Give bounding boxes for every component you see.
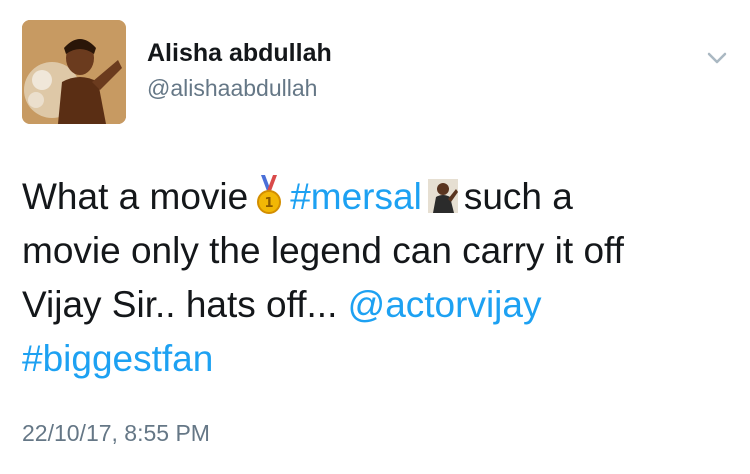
tweet-text: What a movie 1 #mersal such a movie only… — [22, 170, 712, 386]
svg-text:1: 1 — [265, 196, 274, 211]
tweet-text-segment: What a movie — [22, 176, 249, 217]
display-name[interactable]: Alisha abdullah — [147, 39, 332, 68]
tweet-card: Alisha abdullah @alishaabdullah What a m… — [0, 0, 750, 474]
tweet-line: Vijay Sir.. hats off... @actorvijay — [22, 278, 712, 332]
mention-link[interactable]: @actorvijay — [348, 284, 542, 325]
tweet-line: What a movie 1 #mersal such a — [22, 170, 712, 224]
medal-icon: 1 — [254, 175, 284, 215]
hashtag-link[interactable]: #mersal — [290, 176, 422, 217]
tweet-text-segment: Vijay Sir.. hats off... — [22, 284, 338, 325]
man-photo-emoji — [427, 175, 458, 215]
user-handle[interactable]: @alishaabdullah — [147, 75, 317, 102]
chevron-down-icon[interactable] — [703, 44, 731, 72]
timestamp[interactable]: 22/10/17, 8:55 PM — [22, 420, 210, 447]
avatar[interactable] — [22, 20, 126, 124]
tweet-line: movie only the legend can carry it off — [22, 230, 624, 271]
tweet-text-segment: such a — [463, 176, 573, 217]
hashtag-link[interactable]: #biggestfan — [22, 338, 213, 379]
tweet-line: #biggestfan — [22, 332, 712, 386]
